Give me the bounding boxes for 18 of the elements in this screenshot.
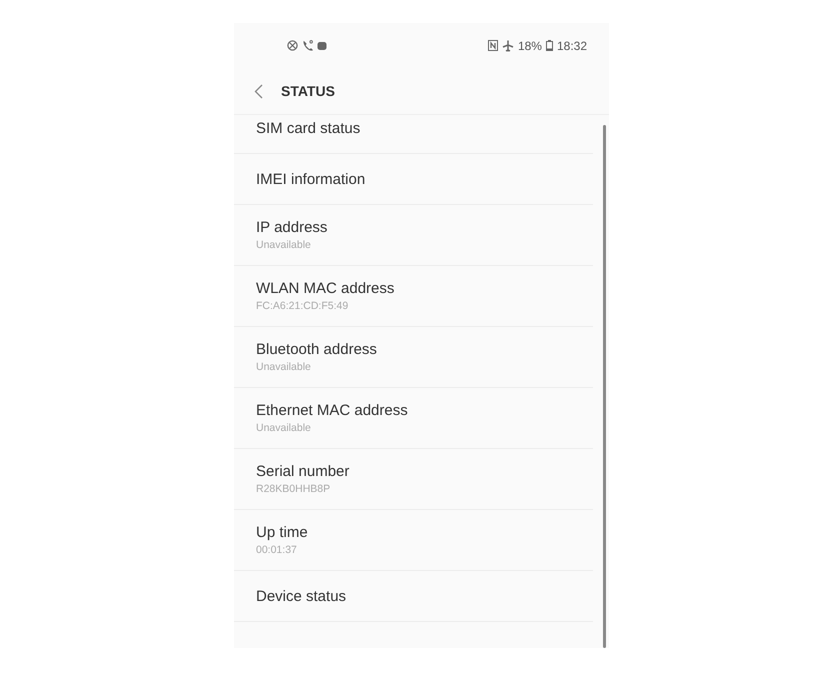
settings-item[interactable]: Ethernet MAC address Unavailable <box>234 388 593 449</box>
aperture-icon <box>287 40 298 51</box>
settings-item[interactable]: Serial number R28KB0HHB8P <box>234 449 593 510</box>
settings-item[interactable]: Up time 00:01:37 <box>234 510 593 571</box>
clock-time: 18:32 <box>556 38 587 52</box>
settings-item[interactable]: SIM card status <box>234 103 593 154</box>
settings-item[interactable]: Device status <box>234 571 593 622</box>
screen-title: STATUS <box>281 83 335 99</box>
battery-percentage: 18% <box>518 38 542 52</box>
settings-item[interactable]: WLAN MAC address FC:A6:21:CD:F5:49 <box>234 266 593 327</box>
settings-item[interactable]: Bluetooth address Unavailable <box>234 327 593 388</box>
back-button[interactable] <box>252 82 265 100</box>
settings-item[interactable]: IMEI information <box>234 154 593 205</box>
nfc-icon <box>488 40 498 51</box>
settings-item[interactable]: IP address Unavailable <box>234 205 593 266</box>
airplane-icon <box>502 40 514 52</box>
battery-icon <box>546 40 553 51</box>
phone-icon <box>302 40 313 51</box>
